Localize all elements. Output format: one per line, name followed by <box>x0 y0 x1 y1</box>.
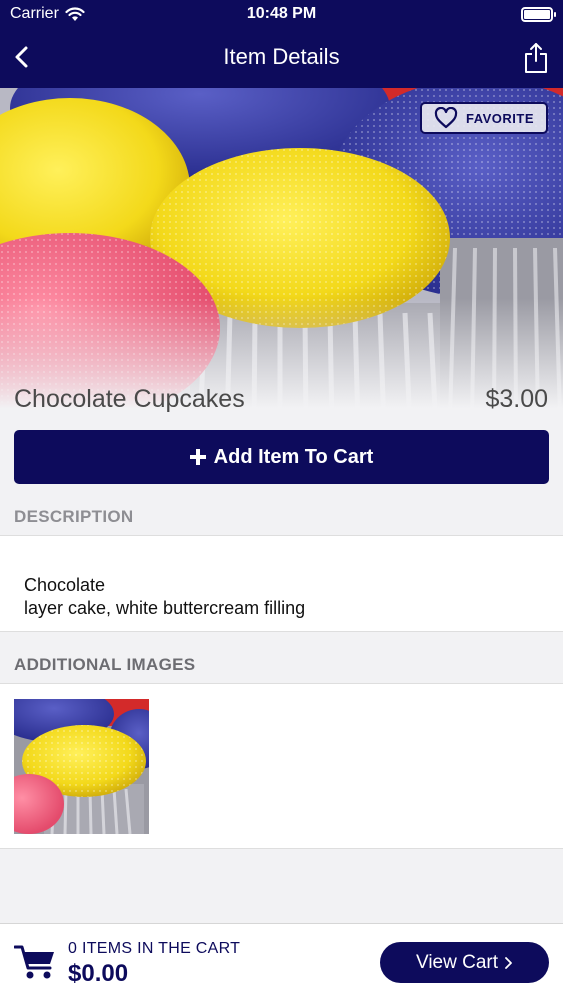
cart-summary-bar: 0 ITEMS IN THE CART $0.00 View Cart <box>0 923 563 1000</box>
cart-item-count: 0 ITEMS IN THE CART <box>68 940 241 957</box>
description-header: DESCRIPTION <box>14 507 134 526</box>
item-price: $3.00 <box>485 385 548 413</box>
description-text: Chocolate layer cake, white buttercream … <box>24 575 306 618</box>
chevron-right-icon <box>505 956 512 969</box>
add-to-cart-label: Add Item To Cart <box>213 445 374 468</box>
cart-total: $0.00 <box>68 960 129 987</box>
navigation-bar: Item Details <box>0 30 563 88</box>
view-cart-label: View Cart <box>415 951 498 973</box>
item-hero-image: FAVORITE <box>0 88 563 428</box>
add-to-cart-button[interactable]: Add Item To Cart <box>14 430 549 484</box>
cupcake-thumbnail-photo <box>14 699 149 834</box>
additional-image-thumbnail[interactable] <box>14 699 149 834</box>
cart-icon[interactable] <box>14 944 56 980</box>
favorite-label: FAVORITE <box>465 110 535 126</box>
plus-icon <box>189 449 206 465</box>
additional-images-header: ADDITIONAL IMAGES <box>14 655 196 674</box>
favorite-button[interactable]: FAVORITE <box>420 102 548 134</box>
description-panel: Chocolate layer cake, white buttercream … <box>0 535 563 632</box>
share-icon[interactable] <box>523 42 549 74</box>
heart-icon <box>434 107 458 129</box>
battery-icon <box>521 7 556 22</box>
page-title: Item Details <box>223 44 340 69</box>
view-cart-button[interactable]: View Cart <box>380 942 549 983</box>
additional-images-panel <box>0 683 563 849</box>
item-name: Chocolate Cupcakes <box>14 385 245 413</box>
status-time: 10:48 PM <box>246 5 317 22</box>
status-bar: Carrier 10:48 PM <box>0 0 563 30</box>
